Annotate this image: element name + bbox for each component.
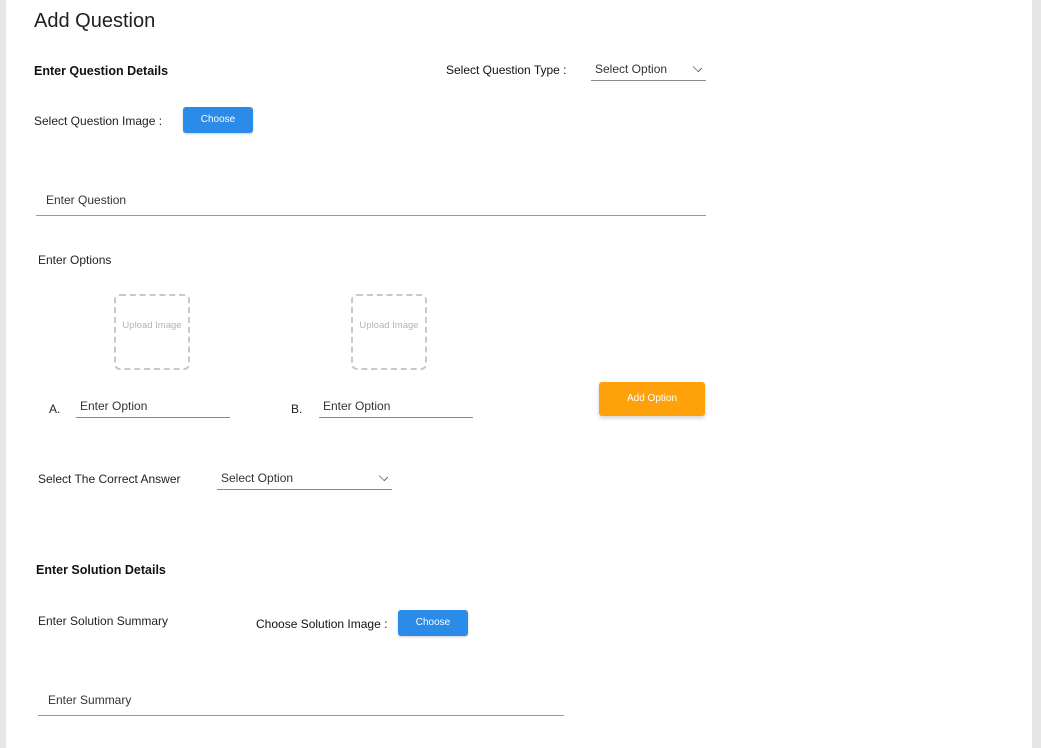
option-a-input[interactable]: Enter Option <box>76 399 230 418</box>
chevron-down-icon <box>692 62 703 73</box>
choose-solution-image-button[interactable]: Choose <box>398 610 468 636</box>
page-title: Add Question <box>34 10 156 32</box>
option-b-input[interactable]: Enter Option <box>319 399 473 418</box>
option-b-letter: B. <box>291 402 303 416</box>
question-details-heading: Enter Question Details <box>34 64 169 78</box>
summary-input[interactable]: Enter Summary <box>38 693 564 716</box>
summary-input-placeholder: Enter Summary <box>48 693 132 707</box>
question-input-placeholder: Enter Question <box>46 193 127 207</box>
upload-image-option-a[interactable]: Upload Image <box>114 294 190 370</box>
correct-answer-select-value: Select Option <box>221 471 294 485</box>
upload-image-label: Upload Image <box>359 320 419 331</box>
option-a-letter: A. <box>49 402 61 416</box>
upload-image-option-b[interactable]: Upload Image <box>351 294 427 370</box>
add-option-button[interactable]: Add Option <box>599 382 705 416</box>
question-image-label: Select Question Image : <box>34 114 163 128</box>
question-type-select[interactable]: Select Option <box>591 62 706 81</box>
question-type-label: Select Question Type : <box>446 63 567 77</box>
add-question-card: Add Question Enter Question Details Sele… <box>6 0 1032 748</box>
solution-image-label: Choose Solution Image : <box>256 617 388 631</box>
solution-details-heading: Enter Solution Details <box>36 563 166 577</box>
option-b-placeholder: Enter Option <box>323 399 391 413</box>
question-input[interactable]: Enter Question <box>36 193 706 216</box>
correct-answer-select[interactable]: Select Option <box>217 471 392 490</box>
options-heading: Enter Options <box>38 253 112 267</box>
question-type-select-value: Select Option <box>595 62 668 76</box>
upload-image-label: Upload Image <box>122 320 182 331</box>
chevron-down-icon <box>378 471 389 482</box>
choose-question-image-button[interactable]: Choose <box>183 107 253 133</box>
solution-summary-label: Enter Solution Summary <box>38 614 169 628</box>
option-a-placeholder: Enter Option <box>80 399 148 413</box>
correct-answer-label: Select The Correct Answer <box>38 472 181 486</box>
